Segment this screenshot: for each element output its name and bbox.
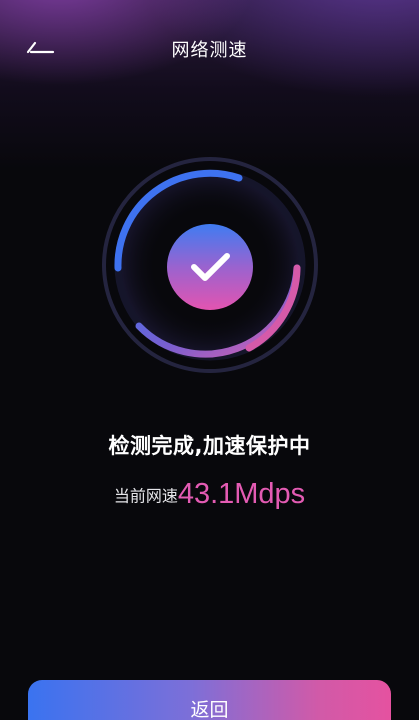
speed-value: 43.1Mdps <box>177 478 306 510</box>
status-badge <box>167 224 253 310</box>
speed-label: 当前网速 <box>113 486 178 506</box>
speed-test-screen: 网络测速 检测完成,加速保护中 当前网速43.1Mdps 返回 <box>0 0 419 720</box>
header: 网络测速 <box>0 0 419 96</box>
page-title: 网络测速 <box>171 40 248 61</box>
speed-gauge <box>99 150 321 380</box>
return-button[interactable]: 返回 <box>28 680 391 720</box>
speed-readout: 当前网速43.1Mdps <box>0 478 419 511</box>
status-text: 检测完成,加速保护中 <box>108 434 311 458</box>
